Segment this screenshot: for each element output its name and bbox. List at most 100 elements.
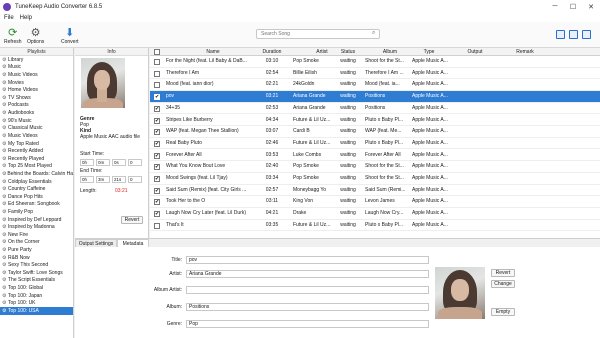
row-checkbox[interactable]: ✔ — [154, 187, 160, 194]
refresh-button[interactable]: ⟳ Refresh — [4, 25, 22, 46]
table-row[interactable]: ✔ Mood Swings (feat. Lil Tjay) 03:34 Pop Sm… — [150, 173, 600, 185]
row-checkbox[interactable]: ✔ — [154, 129, 160, 136]
convert-button[interactable]: ⬇ Convert — [61, 25, 79, 46]
table-row[interactable]: For the Night (feat. Lil Baby & DaB... 03… — [150, 56, 600, 68]
table-row[interactable]: ✔ Said Sum (Remix) [feat. City Girls ... 0… — [150, 185, 600, 197]
row-checkbox[interactable]: ✔ — [154, 94, 160, 101]
end-minutes[interactable]: 3m — [96, 176, 110, 183]
menu-file[interactable]: File — [4, 15, 14, 21]
playlist-item[interactable]: ⚙ Podcasts — [0, 102, 73, 110]
playlist-item[interactable]: ⚙ Coldplay Essentials — [0, 178, 73, 186]
col-output[interactable]: Output — [450, 48, 500, 56]
view-grid-icon[interactable] — [569, 30, 578, 39]
playlist-item[interactable]: ⚙ Sexy This Second — [0, 261, 73, 269]
playlist-item[interactable]: ⚙ Top 100: Japan — [0, 292, 73, 300]
col-type[interactable]: Type — [412, 48, 446, 56]
playlist-item[interactable]: ⚙ Top 100: Global — [0, 284, 73, 292]
playlist-item[interactable]: ⚙ Classical Music — [0, 124, 73, 132]
row-checkbox[interactable] — [154, 222, 160, 229]
row-checkbox[interactable] — [154, 70, 160, 77]
playlist-item[interactable]: ⚙ Behind the Boards: Calvin Ha — [0, 170, 73, 178]
row-checkbox[interactable]: ✔ — [154, 105, 160, 112]
playlist-item[interactable]: ⚙ Home Videos — [0, 86, 73, 94]
col-name[interactable]: Name — [166, 48, 260, 56]
meta-title-field[interactable]: pov — [186, 256, 429, 264]
playlist-item[interactable]: ⚙ Inspired by Madonna — [0, 223, 73, 231]
playlist-item[interactable]: ⚙ Audiobooks — [0, 109, 73, 117]
view-detail-icon[interactable] — [582, 30, 591, 39]
playlist-item[interactable]: ⚙ On the Corner — [0, 239, 73, 247]
playlist-item[interactable]: ⚙ R&B Now — [0, 254, 73, 262]
start-hours[interactable]: 0h — [80, 159, 94, 166]
table-row[interactable]: ✔ Real Baby Pluto 02:46 Future & Lil Uz... w… — [150, 138, 600, 150]
end-hours[interactable]: 0h — [80, 176, 94, 183]
row-checkbox[interactable]: ✔ — [154, 164, 160, 171]
row-checkbox[interactable]: ✔ — [154, 117, 160, 124]
table-row[interactable]: Mood (feat. iann dior) 02:21 24kGoldn waiti… — [150, 79, 600, 91]
playlist-item[interactable]: ⚙ Library — [0, 56, 73, 64]
artwork-empty-button[interactable]: Empty — [491, 308, 515, 316]
select-all-checkbox[interactable] — [154, 49, 160, 55]
artwork-change-button[interactable]: Change — [491, 280, 515, 288]
start-seconds[interactable]: 0s — [112, 159, 126, 166]
playlist-item[interactable]: ⚙ Recently Added — [0, 147, 73, 155]
table-row[interactable]: ✔ What You Know Bout Love 02:40 Pop Smoke wa… — [150, 161, 600, 173]
playlist-item[interactable]: ⚙ Inspired by Def Leppard — [0, 216, 73, 224]
playlist-item[interactable]: ⚙ Top 100: USA — [0, 307, 73, 315]
row-checkbox[interactable]: ✔ — [154, 152, 160, 159]
search-icon[interactable]: ⌕ — [372, 30, 375, 37]
col-status[interactable]: Status — [333, 48, 363, 56]
table-row[interactable]: Therefore I Am 02:54 Billie Eilish waiting T… — [150, 68, 600, 80]
playlist-item[interactable]: ⚙ Top 25 Most Played — [0, 163, 73, 171]
table-row[interactable]: ✔ Stripes Like Burberry 04:34 Future & Lil … — [150, 115, 600, 126]
playlist-item[interactable]: ⚙ Music Videos — [0, 132, 73, 140]
table-row[interactable]: ✔ Took Her to the O 03:11 King Von waiting Le… — [150, 196, 600, 208]
col-duration[interactable]: Duration — [258, 48, 286, 56]
col-remark[interactable]: Remark — [500, 48, 550, 56]
row-checkbox[interactable]: ✔ — [154, 199, 160, 206]
close-button[interactable]: ✕ — [582, 0, 600, 13]
artwork-revert-button[interactable]: Revert — [491, 269, 515, 277]
end-seconds[interactable]: 21s — [112, 176, 126, 183]
maximize-button[interactable]: ☐ — [564, 0, 582, 13]
playlist-item[interactable]: ⚙ 90's Music — [0, 117, 73, 125]
meta-genre-field[interactable]: Pop — [186, 320, 429, 328]
playlist-item[interactable]: ⚙ TV Shows — [0, 94, 73, 102]
col-album[interactable]: Album — [365, 48, 415, 56]
playlist-item[interactable]: ⚙ New Fire — [0, 231, 73, 239]
search-input[interactable] — [256, 29, 380, 39]
playlist-item[interactable]: ⚙ My Top Rated — [0, 140, 73, 148]
playlist-item[interactable]: ⚙ The Script Essentials — [0, 277, 73, 285]
playlist-item[interactable]: ⚙ Ed Sheeran: Songbook — [0, 201, 73, 209]
playlist-item[interactable]: ⚙ Recently Played — [0, 155, 73, 163]
minimize-button[interactable]: ─ — [546, 0, 564, 13]
playlist-item[interactable]: ⚙ Country Caffeine — [0, 185, 73, 193]
meta-album-field[interactable]: Positions — [186, 303, 429, 311]
table-row[interactable]: ✔ 34+35 02:53 Ariana Grande waiting Positions… — [150, 103, 600, 115]
start-minutes[interactable]: 0m — [96, 159, 110, 166]
options-button[interactable]: ⚙ Options — [27, 25, 44, 46]
end-milliseconds[interactable]: 0 — [128, 176, 142, 183]
row-checkbox[interactable]: ✔ — [154, 140, 160, 147]
playlist-item[interactable]: ⚙ Movies — [0, 79, 73, 87]
table-row[interactable]: ✔ Laugh Now Cry Later (feat. Lil Durk) 04:… — [150, 208, 600, 220]
row-checkbox[interactable]: ✔ — [154, 211, 160, 218]
row-checkbox[interactable] — [154, 82, 160, 89]
menu-help[interactable]: Help — [20, 15, 32, 21]
view-list-icon[interactable] — [556, 30, 565, 39]
playlist-item[interactable]: ⚙ Music — [0, 64, 73, 72]
table-row[interactable]: ✔ WAP (feat. Megan Thee Stallion) 03:07 Car… — [150, 126, 600, 138]
table-row[interactable]: ✔ Forever After All 03:53 Luke Combs waiting… — [150, 150, 600, 162]
playlist-item[interactable]: ⚙ Music Videos — [0, 71, 73, 79]
table-row[interactable]: That's It 03:35 Future & Lil Uz... waiting P… — [150, 220, 600, 232]
meta-album-artist-field[interactable] — [186, 286, 429, 294]
playlist-item[interactable]: ⚙ Dance Pop Hits — [0, 193, 73, 201]
start-milliseconds[interactable]: 0 — [128, 159, 142, 166]
row-checkbox[interactable] — [154, 59, 160, 65]
meta-artist-field[interactable]: Ariana Grande — [186, 270, 429, 278]
playlist-item[interactable]: ⚙ Taylor Swift: Love Songs — [0, 269, 73, 277]
playlist-item[interactable]: ⚙ Family Pop — [0, 208, 73, 216]
playlist-item[interactable]: ⚙ Pure Party — [0, 246, 73, 254]
row-checkbox[interactable]: ✔ — [154, 176, 160, 182]
table-row[interactable]: ✔ pov 03:21 Ariana Grande waiting Positions Ap… — [150, 91, 600, 103]
